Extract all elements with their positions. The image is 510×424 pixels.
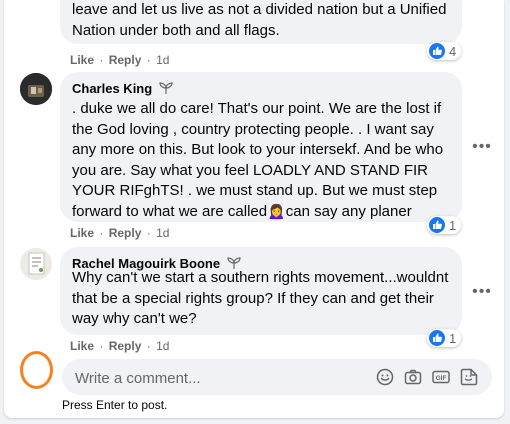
comment-bubble: Charles King . duke we all do care! That… [60,72,462,222]
comment-actions: Like · Reply · 1d [70,226,169,240]
svg-text:GIF: GIF [436,375,447,382]
like-icon [429,330,445,346]
like-icon [429,217,445,233]
camera-icon[interactable] [404,368,422,386]
timestamp[interactable]: 1d [156,53,169,67]
like-link[interactable]: Like [70,339,94,353]
press-enter-hint: Press Enter to post. [62,398,168,412]
comment-author[interactable]: Charles King [72,81,152,96]
separator: · [146,226,151,240]
reaction-count[interactable]: 1 [427,329,462,347]
comment-bubble: Rachel Magouirk Boone Why can't we start… [60,247,462,335]
more-options-icon[interactable]: ••• [472,137,492,157]
highlight-circle [20,351,53,389]
reply-link[interactable]: Reply [109,339,142,353]
gif-icon[interactable]: GIF [432,368,450,386]
reaction-count[interactable]: 1 [427,216,462,234]
comment-composer: GIF [62,359,492,395]
reaction-count[interactable]: 4 [427,42,462,60]
more-options-icon[interactable]: ••• [472,282,492,302]
separator: · [99,53,104,67]
emoji-icon[interactable] [376,368,394,386]
separator: · [99,339,104,353]
comment-author-row: Charles King [72,81,173,96]
person-emoji-icon: 🙍‍♀️ [267,202,286,220]
reaction-number: 1 [449,330,457,346]
comment-text: leave and let us live as not a divided n… [72,1,447,39]
comment-bubble: leave and let us live as not a divided n… [60,0,462,44]
separator: · [99,226,104,240]
reaction-number: 4 [449,43,457,59]
reply-link[interactable]: Reply [109,226,142,240]
avatar[interactable] [20,248,52,280]
comment-text-block: . duke we all do care! That's our point.… [72,99,456,222]
like-link[interactable]: Like [70,226,94,240]
timestamp[interactable]: 1d [156,339,169,353]
separator: · [146,53,151,67]
like-icon [429,43,445,59]
comment-input[interactable] [73,366,367,390]
like-link[interactable]: Like [70,53,94,67]
avatar[interactable] [20,73,52,105]
comments-card: leave and let us live as not a divided n… [4,0,504,418]
comment-text-end: can say any planer [285,202,412,220]
reply-link[interactable]: Reply [109,53,142,67]
sticker-icon[interactable] [460,368,478,386]
separator: · [146,339,151,353]
comment-actions: Like · Reply · 1d [70,53,169,67]
timestamp[interactable]: 1d [156,226,169,240]
comment-actions: Like · Reply · 1d [70,339,169,353]
comment-text: Why can't we start a southern rights mov… [72,269,449,327]
reaction-number: 1 [449,217,457,233]
sprout-badge-icon [159,82,173,94]
